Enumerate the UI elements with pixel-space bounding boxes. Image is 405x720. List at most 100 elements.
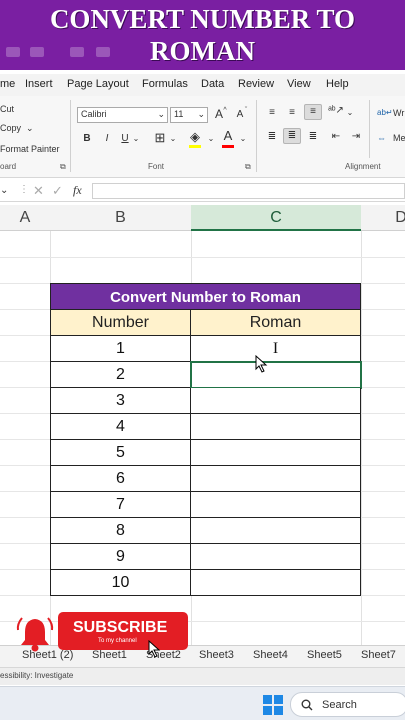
font-launcher-icon[interactable]: ⧉ <box>245 162 251 172</box>
banner-title-line1: CONVERT NUMBER TO <box>49 4 356 34</box>
align-top-icon[interactable]: ≡ <box>264 106 280 120</box>
search-icon <box>301 699 313 711</box>
font-color-icon[interactable]: A <box>221 129 235 143</box>
cut-button[interactable]: Cut <box>0 104 14 114</box>
number-cell[interactable]: 3 <box>50 388 191 414</box>
autosave-icon[interactable] <box>6 47 20 57</box>
menu-data[interactable]: Data <box>201 78 224 90</box>
sheet-tab[interactable]: Sheet7 <box>361 649 396 661</box>
fill-color-dropdown-icon[interactable]: ⌄ <box>206 132 216 146</box>
save-icon[interactable] <box>30 47 44 57</box>
taskbar-search[interactable]: Search <box>290 692 405 717</box>
menu-insert[interactable]: Insert <box>25 78 53 90</box>
menu-page-layout[interactable]: Page Layout <box>67 78 129 90</box>
subscribe-sublabel: To my channel <box>98 638 137 644</box>
sheet-tab[interactable]: Sheet5 <box>307 649 342 661</box>
roman-cell[interactable] <box>191 388 361 414</box>
font-color-swatch <box>222 145 234 148</box>
orientation-icon[interactable]: ᵃᵇ↗ <box>328 104 344 118</box>
align-bottom-icon[interactable]: ≡ <box>304 104 322 120</box>
underline-button[interactable]: U <box>118 132 132 146</box>
italic-button[interactable]: I <box>100 132 114 146</box>
number-cell[interactable]: 9 <box>50 544 191 570</box>
bold-button[interactable]: B <box>80 132 94 146</box>
align-middle-icon[interactable]: ≡ <box>284 106 300 120</box>
cancel-icon[interactable]: ✕ <box>33 183 44 199</box>
name-box-dropdown-icon[interactable]: ⌄ <box>0 185 8 196</box>
fill-color-icon[interactable]: ◈ <box>188 130 202 144</box>
number-cell[interactable]: 5 <box>50 440 191 466</box>
column-header-c[interactable]: C <box>191 205 361 231</box>
hand-cursor-icon <box>148 640 161 658</box>
copy-dropdown-icon[interactable]: ⌄ <box>26 123 34 134</box>
number-cell[interactable]: 10 <box>50 570 191 596</box>
align-left-icon[interactable]: ≣ <box>264 130 280 144</box>
menu-formulas[interactable]: Formulas <box>142 78 188 90</box>
merge-center-icon[interactable]: ⇔ <box>377 133 386 143</box>
undo-icon[interactable] <box>70 47 84 57</box>
roman-cell[interactable] <box>191 466 361 492</box>
borders-dropdown-icon[interactable]: ⌄ <box>168 132 178 146</box>
number-cell[interactable]: 1 <box>50 336 191 362</box>
taskbar: Search <box>0 686 405 720</box>
align-right-icon[interactable]: ≣ <box>305 130 321 144</box>
menu-view[interactable]: View <box>287 78 311 90</box>
merge-center-button[interactable]: Me <box>393 133 405 143</box>
header-number[interactable]: Number <box>50 310 191 336</box>
formula-bar: ⌄ ⋮ ✕ ✓ fx <box>0 180 405 202</box>
roman-cell[interactable] <box>191 544 361 570</box>
menu-review[interactable]: Review <box>238 78 274 90</box>
clipboard-launcher-icon[interactable]: ⧉ <box>60 162 66 172</box>
number-cell[interactable]: 7 <box>50 492 191 518</box>
title-banner: CONVERT NUMBER TO ROMAN <box>0 0 405 70</box>
search-label: Search <box>322 699 357 711</box>
wrap-text-icon[interactable]: ab↵ <box>377 108 393 117</box>
decrease-indent-icon[interactable]: ⇤ <box>328 130 344 144</box>
spreadsheet-grid: A B C D Convert Number to Roman Number R… <box>0 205 405 645</box>
copy-button[interactable]: Copy <box>0 123 21 133</box>
roman-cell[interactable] <box>191 570 361 596</box>
align-center-icon[interactable]: ≣ <box>283 128 301 144</box>
menu-bar: me Insert Page Layout Formulas Data Revi… <box>0 74 405 96</box>
number-cell[interactable]: 6 <box>50 466 191 492</box>
roman-cell[interactable]: I <box>191 336 361 362</box>
subscribe-button[interactable]: SUBSCRIBE To my channel <box>58 612 188 650</box>
insert-function-button[interactable]: fx <box>73 183 82 198</box>
roman-cell-selected[interactable] <box>190 361 362 389</box>
orientation-dropdown-icon[interactable]: ⌄ <box>346 106 354 120</box>
table-title[interactable]: Convert Number to Roman <box>50 283 361 310</box>
font-name-box[interactable]: Calibri ⌄ <box>77 107 168 123</box>
menu-home[interactable]: me <box>0 78 15 90</box>
roman-cell[interactable] <box>191 414 361 440</box>
ribbon: Cut Copy ⌄ Format Painter oard ⧉ Calibri… <box>0 96 405 178</box>
number-cell[interactable]: 8 <box>50 518 191 544</box>
roman-cell[interactable] <box>191 518 361 544</box>
enter-icon[interactable]: ✓ <box>52 183 63 199</box>
sheet-tab[interactable]: Sheet3 <box>199 649 234 661</box>
number-cell[interactable]: 2 <box>50 362 191 388</box>
redo-icon[interactable] <box>96 47 110 57</box>
font-name-dropdown-icon[interactable]: ⌄ <box>157 108 165 121</box>
format-painter-button[interactable]: Format Painter <box>0 144 60 154</box>
gridline <box>361 231 362 645</box>
accessibility-status[interactable]: essibility: Investigate <box>0 671 73 680</box>
windows-start-icon[interactable] <box>263 695 283 715</box>
column-header-d[interactable]: D <box>361 205 405 231</box>
sheet-tab[interactable]: Sheet4 <box>253 649 288 661</box>
subscribe-label: SUBSCRIBE <box>73 619 168 636</box>
font-size-box[interactable]: 11 ⌄ <box>170 107 208 123</box>
number-cell[interactable]: 4 <box>50 414 191 440</box>
increase-indent-icon[interactable]: ⇥ <box>348 130 364 144</box>
borders-icon[interactable]: ⊞ <box>153 131 167 145</box>
font-color-dropdown-icon[interactable]: ⌄ <box>238 132 248 146</box>
header-roman[interactable]: Roman <box>191 310 361 336</box>
column-header-b[interactable]: B <box>50 205 191 231</box>
underline-dropdown-icon[interactable]: ⌄ <box>131 132 141 146</box>
column-header-a[interactable]: A <box>0 205 50 231</box>
wrap-text-button[interactable]: Wr <box>393 108 404 118</box>
roman-cell[interactable] <box>191 440 361 466</box>
formula-input[interactable] <box>92 183 405 199</box>
menu-help[interactable]: Help <box>326 78 349 90</box>
roman-cell[interactable] <box>191 492 361 518</box>
font-size-dropdown-icon[interactable]: ⌄ <box>197 108 205 121</box>
